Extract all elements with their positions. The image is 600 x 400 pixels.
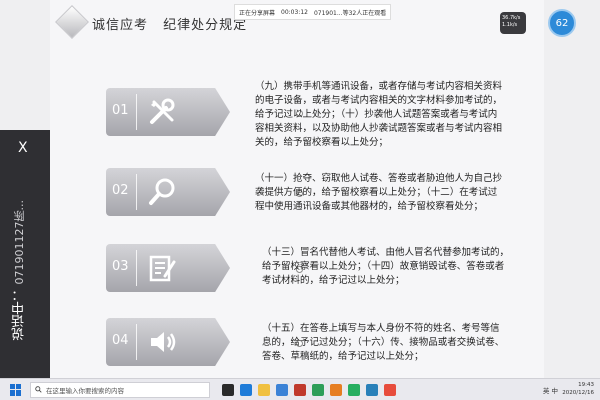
viewer-count: 071901...等32人正在观看 — [313, 9, 387, 17]
net-up: 36.7k/s — [502, 15, 521, 21]
screen-share-status: 正在分享屏幕 00:03:12 071901...等32人正在观看 — [234, 4, 392, 20]
net-down: 1.1k/s — [502, 22, 518, 28]
rule-text-3: （十三）冒名代替他人考试、由他人冒名代替参加考试的，给予留校察看以上处分；（十四… — [262, 247, 510, 286]
search-placeholder: 在这里输入你要搜索的内容 — [46, 386, 124, 395]
file-explorer-icon[interactable] — [258, 383, 270, 396]
app-icon[interactable] — [294, 383, 306, 396]
app-icon[interactable] — [330, 383, 342, 396]
row-number: 01 — [112, 103, 129, 118]
close-icon[interactable]: X — [18, 140, 28, 156]
clock[interactable]: 19:43 2020/12/16 — [562, 381, 594, 397]
share-timer: 00:03:12 — [281, 8, 308, 16]
page-title: 诚信应考 纪律处分规定 — [92, 14, 257, 33]
windows-start-icon[interactable] — [10, 383, 22, 396]
share-status-text: 正在分享屏幕 — [239, 9, 276, 17]
wechat-icon[interactable] — [348, 383, 360, 396]
title-part2: 纪律处分规定 — [163, 18, 248, 33]
speaking-panel: X 说话中： 071901127陈... — [0, 130, 50, 380]
tab-divider — [136, 250, 137, 286]
rule-text-1: （九）携带手机等通讯设备，或者存储与考试内容相关资料的电子设备，或者与考试内容相… — [255, 81, 503, 148]
logo-diamond — [55, 5, 89, 39]
edge-icon[interactable] — [240, 383, 252, 396]
tab-divider — [136, 94, 137, 130]
task-view-icon[interactable] — [222, 383, 234, 396]
ime-indicator[interactable]: 英 中 — [543, 385, 558, 395]
tools-icon — [150, 98, 175, 124]
rule-row-03: 03 — [106, 244, 303, 292]
clock-time: 19:43 — [578, 382, 594, 388]
row-number: 03 — [112, 259, 129, 274]
clock-date: 2020/12/16 — [562, 390, 594, 396]
rule-row-02: 02 — [106, 168, 303, 216]
taskbar: 在这里输入你要搜索的内容 英 中 19:43 2020/12/16 — [0, 378, 600, 400]
speaker-name: 071901127陈... — [13, 200, 26, 285]
title-part1: 诚信应考 — [92, 18, 149, 33]
battery-widget[interactable]: 62 — [548, 9, 576, 37]
row-number: 04 — [112, 333, 129, 348]
speaking-indicator: 说话中： 071901127陈... — [10, 200, 29, 341]
tab-divider — [136, 174, 137, 210]
app-icon[interactable] — [312, 383, 324, 396]
network-speed-widget: 36.7k/s 1.1k/s — [500, 12, 526, 34]
taskbar-search[interactable]: 在这里输入你要搜索的内容 — [30, 381, 210, 398]
app-icon[interactable] — [366, 383, 378, 396]
rule-row-01: 01 — [106, 88, 303, 136]
magnifier-icon — [149, 178, 175, 205]
speaking-label: 说话中： — [12, 288, 27, 341]
document-edit-icon — [149, 255, 176, 282]
powerpoint-icon[interactable] — [384, 383, 396, 396]
presentation-slide: 诚信应考 纪律处分规定 正在分享屏幕 00:03:12 071901...等32… — [50, 0, 544, 378]
store-icon[interactable] — [276, 383, 288, 396]
tab-divider — [136, 324, 137, 360]
rule-text-4: （十五）在答卷上填写与本人身份不符的姓名、考号等信息的，给予记过处分；（十六）传… — [262, 323, 505, 362]
taskbar-apps — [222, 383, 396, 396]
speaker-icon — [151, 332, 176, 352]
rule-text-2: （十一）抢夺、窃取他人试卷、答卷或者胁迫他人为自己抄袭提供方便的，给予留校察看以… — [255, 173, 503, 212]
row-number: 02 — [112, 183, 129, 198]
search-icon — [35, 386, 42, 393]
rule-row-04: 04 — [106, 318, 303, 366]
